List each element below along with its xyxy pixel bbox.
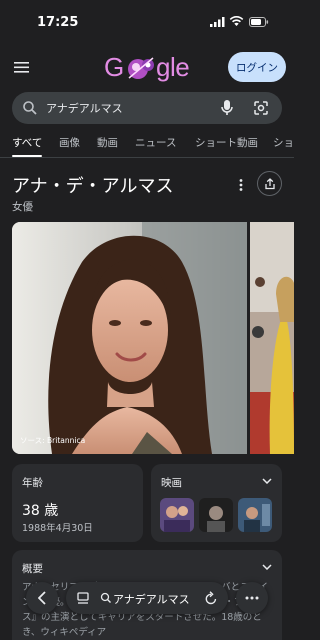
tab-more-truncated[interactable]: ショ	[273, 135, 294, 150]
image-credit: ソース: Britannica	[20, 436, 86, 445]
status-bar: 17:25	[0, 0, 294, 44]
more-options-icon[interactable]	[238, 178, 244, 192]
google-lens-icon[interactable]	[253, 100, 269, 116]
tab-images[interactable]: 画像	[59, 135, 80, 150]
birth-date: 1988年4月30日	[22, 523, 93, 534]
tab-all[interactable]: すべて	[12, 135, 42, 150]
logo-letters-gle: gle	[156, 52, 190, 82]
event-photo-image	[250, 222, 294, 454]
top-bar: G gle ログイン	[0, 46, 294, 90]
entity-main-photo[interactable]	[12, 222, 247, 454]
active-tab-indicator	[12, 155, 42, 157]
film-thumbnail-2[interactable]	[199, 498, 233, 532]
search-tabs: すべて 画像 動画 ニュース ショート動画 ショ	[0, 128, 294, 158]
address-query: アナデアルマス	[113, 593, 190, 606]
hamburger-menu-icon[interactable]	[12, 58, 32, 76]
logo-letter-g: G	[104, 52, 125, 82]
reload-icon[interactable]	[204, 590, 218, 606]
tabs-icon[interactable]	[76, 591, 90, 605]
entity-secondary-photo[interactable]	[250, 222, 294, 454]
microphone-icon[interactable]	[220, 99, 234, 117]
chevron-down-icon[interactable]	[262, 478, 272, 484]
tab-news[interactable]: ニュース	[135, 135, 176, 150]
age-card[interactable]: 年齢 38 歳 1988年4月30日	[12, 464, 143, 542]
entity-title: アナ・デ・アルマス	[12, 176, 174, 197]
age-value: 38 歳	[22, 503, 59, 519]
film-thumbnail-1[interactable]	[160, 498, 194, 532]
age-card-label: 年齢	[22, 477, 43, 489]
film-thumbnail-3[interactable]	[238, 498, 272, 532]
login-button[interactable]: ログイン	[228, 52, 286, 82]
share-button[interactable]	[257, 171, 282, 196]
more-button[interactable]	[236, 582, 268, 614]
search-icon	[23, 101, 37, 115]
search-box[interactable]: アナデアルマス	[12, 92, 282, 124]
chevron-down-icon[interactable]	[262, 564, 272, 570]
overview-card-label: 概要	[22, 563, 43, 575]
entity-subtitle: 女優	[12, 201, 33, 213]
portrait-image	[12, 222, 247, 454]
bottom-browser-bar: アナデアルマス	[26, 582, 270, 614]
search-query[interactable]: アナデアルマス	[46, 100, 123, 116]
films-card[interactable]: 映画	[151, 464, 282, 542]
more-horizontal-icon	[245, 596, 259, 600]
address-pill[interactable]: アナデアルマス	[66, 582, 228, 614]
film-poster-image	[199, 498, 233, 532]
cellular-signal-icon	[210, 17, 225, 27]
films-card-label: 映画	[161, 477, 182, 489]
film-poster-image	[160, 498, 194, 532]
share-icon	[264, 177, 275, 189]
battery-icon	[249, 17, 269, 27]
doodle-illustration-icon	[128, 57, 154, 79]
wifi-icon	[229, 16, 244, 26]
tab-videos[interactable]: 動画	[97, 135, 118, 150]
status-time: 17:25	[37, 15, 79, 30]
search-icon	[100, 592, 111, 603]
chevron-left-icon	[38, 591, 46, 605]
back-button[interactable]	[26, 582, 58, 614]
tab-short-videos[interactable]: ショート動画	[195, 135, 258, 150]
google-doodle-logo[interactable]: G gle	[104, 52, 204, 84]
film-poster-image	[238, 498, 272, 532]
